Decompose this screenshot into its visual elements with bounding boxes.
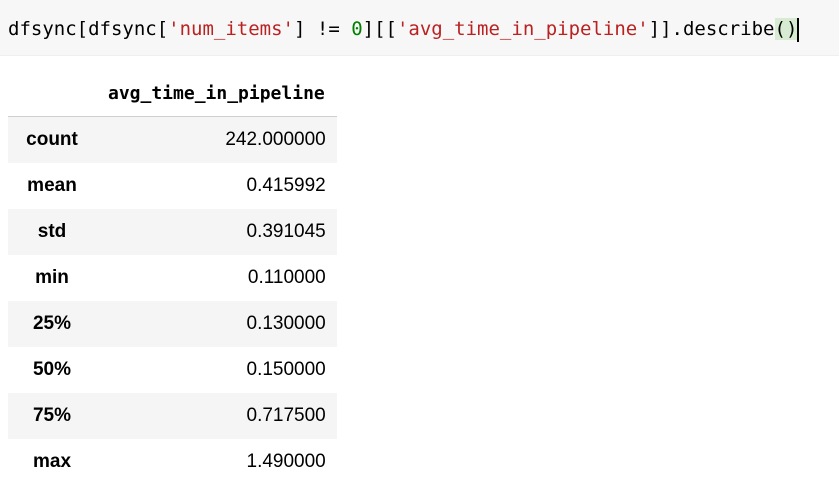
table-row: 50% 0.150000 [8,347,337,393]
table-row: 25% 0.130000 [8,301,337,347]
row-label: max [32,451,72,472]
text-cursor [797,17,800,42]
code-token-string-num-items: 'num_items' [168,18,294,40]
row-value: 1.490000 [246,451,326,472]
describe-table: avg_time_in_pipeline count 242.000000 me… [8,70,337,485]
code-token-open-paren: ( [774,18,786,40]
table-row: std 0.391045 [8,209,337,255]
code-token-expr-3: ][[ [362,18,397,40]
row-value: 0.110000 [247,267,326,288]
row-label: 25% [32,313,72,334]
code-cell-input[interactable]: dfsync[dfsync['num_items'] != 0][['avg_t… [0,0,839,56]
table-row: max 1.490000 [8,439,337,485]
code-token-string-column: 'avg_time_in_pipeline' [396,18,649,40]
table-header-row: avg_time_in_pipeline [8,70,337,117]
cell-output: avg_time_in_pipeline count 242.000000 me… [8,70,337,485]
code-token-close-paren: ) [785,18,798,40]
code-token-expr-1: dfsync[dfsync[ [8,18,169,40]
column-header: avg_time_in_pipeline [96,70,337,117]
row-label: 75% [32,405,72,426]
row-value: 0.391045 [246,221,326,242]
code-token-expr-4: ]].describe [648,18,775,40]
row-value: 242.000000 [225,129,326,150]
row-value: 0.130000 [246,313,326,334]
row-label: 50% [32,359,72,380]
table-row: min 0.110000 [8,255,337,301]
row-value: 0.150000 [246,359,326,380]
code-token-expr-2: ] != [294,18,352,40]
table-corner [8,70,96,117]
table-row: mean 0.415992 [8,163,337,209]
row-label: count [26,129,78,150]
row-value: 0.415992 [246,175,326,196]
row-value: 0.717500 [246,405,326,426]
table-row: 75% 0.717500 [8,393,337,439]
code-editor-line[interactable]: dfsync[dfsync['num_items'] != 0][['avg_t… [8,16,800,42]
row-label: min [35,267,69,288]
code-token-number-zero: 0 [351,18,363,40]
row-label: std [37,221,67,242]
table-row: count 242.000000 [8,116,337,163]
row-label: mean [27,175,77,196]
